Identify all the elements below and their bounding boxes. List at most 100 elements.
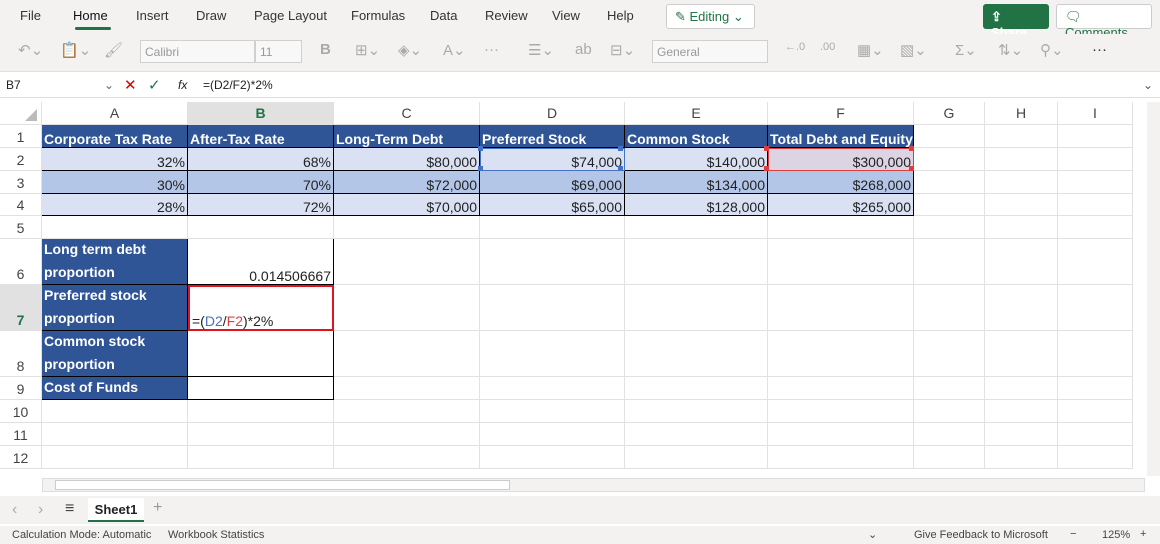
cell[interactable] [480,285,625,331]
comments-button[interactable]: 🗨 Comments [1056,4,1152,29]
column-header-F[interactable]: F [768,102,914,125]
cell[interactable] [625,331,768,377]
menu-tab-insert[interactable]: Insert [136,8,169,23]
table-cell[interactable]: 68% [188,148,334,171]
selection-handle[interactable] [909,166,914,171]
sheet-tab-sheet1[interactable]: Sheet1 [88,498,144,522]
selection-handle[interactable] [909,146,914,151]
next-sheet-icon[interactable]: › [38,501,43,519]
cell[interactable] [914,400,985,423]
summary-label[interactable]: Common stock proportion [42,331,188,377]
cell[interactable] [985,148,1058,171]
share-button[interactable]: ⇪ Share [983,4,1049,29]
zoom-in-icon[interactable]: + [1140,528,1146,540]
cell[interactable] [985,216,1058,239]
table-cell[interactable]: 32% [42,148,188,171]
summary-label[interactable]: Cost of Funds [42,377,188,400]
cell[interactable] [1058,148,1133,171]
menu-tab-review[interactable]: Review [485,8,528,23]
cell[interactable] [914,216,985,239]
row-header-12[interactable]: 12 [0,446,42,469]
cell[interactable] [480,239,625,285]
summary-value[interactable] [188,377,334,400]
increase-decimal-icon[interactable]: ←.0 [785,41,805,53]
menu-tab-data[interactable]: Data [430,8,457,23]
summary-label[interactable]: Long term debt proportion [42,239,188,285]
scrollbar-thumb[interactable] [55,480,510,490]
cell[interactable] [625,400,768,423]
cell[interactable] [914,171,985,194]
cell[interactable] [334,331,480,377]
cell[interactable] [625,216,768,239]
font-name-dropdown[interactable]: Calibri [140,40,255,63]
cell[interactable] [625,423,768,446]
cell[interactable] [625,377,768,400]
menu-tab-file[interactable]: File [20,8,41,23]
font-size-dropdown[interactable]: 11 [255,40,302,63]
conditional-format-icon[interactable]: ▦⌄ [857,41,884,59]
cell[interactable] [985,239,1058,285]
zoom-out-icon[interactable]: − [1070,528,1076,540]
paste-icon[interactable]: 📋⌄ [60,41,91,59]
cell[interactable] [334,216,480,239]
row-header-10[interactable]: 10 [0,400,42,423]
cell[interactable] [625,446,768,469]
cell[interactable] [480,216,625,239]
cell[interactable] [625,285,768,331]
cell[interactable] [985,171,1058,194]
cell[interactable] [768,216,914,239]
cell[interactable] [188,400,334,423]
wrap-text-icon[interactable]: ab [575,41,592,58]
cell[interactable] [1058,446,1133,469]
table-cell[interactable]: 70% [188,171,334,194]
table-cell[interactable]: $128,000 [625,194,768,216]
column-header-G[interactable]: G [914,102,985,125]
align-icon[interactable]: ☰⌄ [528,41,554,59]
cell[interactable] [42,400,188,423]
table-header[interactable]: Common Stock [625,125,768,148]
cell[interactable] [1058,423,1133,446]
cell[interactable] [1058,331,1133,377]
row-header-11[interactable]: 11 [0,423,42,446]
cell[interactable] [985,400,1058,423]
summary-value[interactable] [188,331,334,377]
cell[interactable] [1058,194,1133,216]
cell[interactable] [768,423,914,446]
cell[interactable] [42,216,188,239]
selection-handle[interactable] [764,146,769,151]
cell[interactable] [985,423,1058,446]
cell[interactable] [914,239,985,285]
table-cell[interactable]: $268,000 [768,171,914,194]
cell[interactable] [985,285,1058,331]
cell[interactable] [334,400,480,423]
cell[interactable] [334,239,480,285]
selection-handle[interactable] [618,146,623,151]
vertical-scrollbar[interactable] [1147,102,1160,476]
table-cell[interactable]: $74,000 [480,148,625,171]
cell[interactable] [188,446,334,469]
cell[interactable] [768,239,914,285]
table-cell[interactable]: $72,000 [334,171,480,194]
row-header-9[interactable]: 9 [0,377,42,400]
insert-function-icon[interactable]: fx [178,78,187,92]
prev-sheet-icon[interactable]: ‹ [12,501,17,519]
cell[interactable] [768,400,914,423]
table-header[interactable]: Total Debt and Equity [768,125,914,148]
cell[interactable] [914,125,985,148]
cell[interactable] [188,423,334,446]
cell[interactable] [1058,171,1133,194]
row-header-4[interactable]: 4 [0,194,42,216]
merge-icon[interactable]: ⊟⌄ [610,41,635,59]
cell[interactable] [480,331,625,377]
column-header-H[interactable]: H [985,102,1058,125]
cell[interactable] [1058,125,1133,148]
table-cell[interactable]: $70,000 [334,194,480,216]
cell[interactable] [1058,400,1133,423]
table-cell[interactable]: $65,000 [480,194,625,216]
editing-mode-button[interactable]: ✎ Editing ⌄ [666,4,755,29]
row-header-7[interactable]: 7 [0,285,42,331]
cell[interactable] [480,423,625,446]
table-cell[interactable]: $265,000 [768,194,914,216]
cell[interactable] [480,377,625,400]
format-painter-icon[interactable]: 🖌 [104,41,123,59]
